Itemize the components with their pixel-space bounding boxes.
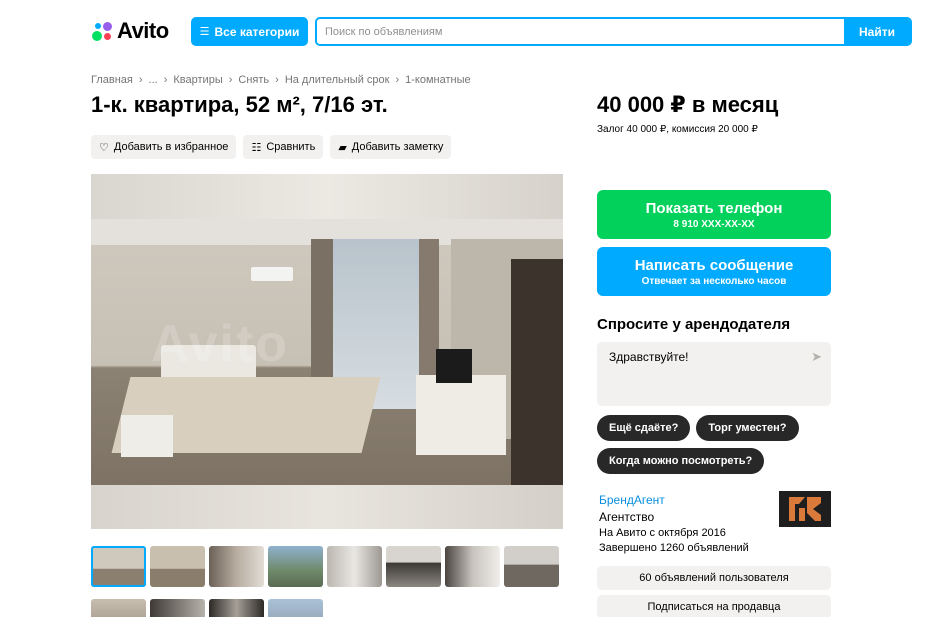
search-button[interactable]: Найти [844,19,910,44]
note-icon: ▰ [338,141,347,154]
response-time: Отвечает за несколько часов [641,275,787,287]
deposit-info: Залог 40 000 ₽, комиссия 20 000 ₽ [597,124,758,135]
logo-dots-icon [91,20,113,42]
breadcrumb-rent[interactable]: Снять [238,74,269,86]
quick-question-still-renting[interactable]: Ещё сдаёте? [597,415,691,441]
subscribe-seller-button[interactable]: Подписаться на продавца [597,595,831,617]
add-note-label: Добавить заметку [351,141,444,153]
categories-search-icon: ☰ [199,26,210,38]
add-favorite-button[interactable]: ♡ Добавить в избранное [91,135,237,159]
search-bar: Найти [315,17,912,46]
logo-text: Avito [117,18,169,43]
masked-phone: 8 910 XXX-XX-XX [673,218,755,230]
show-phone-button[interactable]: Показать телефон 8 910 XXX-XX-XX [597,190,831,239]
thumbnail[interactable] [386,546,441,587]
main-photo[interactable]: Avito [91,174,563,529]
message-box: ➤ [597,342,831,406]
thumbnail[interactable] [209,599,264,617]
breadcrumb-apartments[interactable]: Квартиры [173,74,222,86]
breadcrumb-separator-icon: › [163,74,168,86]
user-listings-button[interactable]: 60 объявлений пользователя [597,566,831,590]
seller-type: Агентство [599,510,655,524]
search-input[interactable] [317,19,844,44]
seller-since: На Авито с октября 2016 [599,527,726,539]
breadcrumb: Главная › ... › Квартиры › Снять › На дл… [91,74,471,86]
thumbnail[interactable] [268,599,323,617]
ask-landlord-heading: Спросите у арендодателя [597,316,791,333]
thumbnail[interactable] [91,546,146,587]
breadcrumb-one-room[interactable]: 1-комнатные [405,74,470,86]
send-icon[interactable]: ➤ [811,349,822,365]
write-message-label: Написать сообщение [634,256,794,274]
avito-logo[interactable]: Avito [91,18,169,44]
breadcrumb-separator-icon: › [275,74,279,86]
message-input[interactable] [597,342,831,406]
seller-completed: Завершено 1260 объявлений [599,542,749,554]
compare-label: Сравнить [266,141,316,153]
write-message-button[interactable]: Написать сообщение Отвечает за несколько… [597,247,831,296]
thumbnail[interactable] [268,546,323,587]
quick-questions: Ещё сдаёте? Торг уместен? Когда можно по… [597,415,831,474]
breadcrumb-separator-icon: › [228,74,233,86]
all-categories-label: Все категории [214,24,300,39]
quick-question-viewing[interactable]: Когда можно посмотреть? [597,448,765,474]
photo-blurred-top [91,174,563,219]
photo-blurred-bottom [91,485,563,529]
listing-actions: ♡ Добавить в избранное ☷ Сравнить ▰ Доба… [91,135,452,159]
thumbnail[interactable] [209,546,264,587]
breadcrumb-separator-icon: › [395,74,400,86]
seller-name-link[interactable]: БрендАгент [599,493,665,507]
photo-thumbnails [91,546,559,617]
breadcrumb-separator-icon: › [138,74,143,86]
all-categories-button[interactable]: ☰ Все категории [191,17,308,46]
thumbnail[interactable] [504,546,559,587]
compare-icon: ☷ [251,141,262,154]
heart-icon: ♡ [99,141,109,154]
thumbnail[interactable] [91,599,146,617]
add-note-button[interactable]: ▰ Добавить заметку [330,135,452,159]
price: 40 000 ₽ в месяц [597,92,779,117]
breadcrumb-home[interactable]: Главная [91,74,133,86]
compare-button[interactable]: ☷ Сравнить [243,135,324,159]
show-phone-label: Показать телефон [645,199,783,217]
thumbnail[interactable] [445,546,500,587]
quick-question-bargain[interactable]: Торг уместен? [696,415,799,441]
thumbnail[interactable] [150,546,205,587]
brand-agent-logo-icon [789,497,821,521]
add-favorite-label: Добавить в избранное [113,141,229,153]
photo-watermark: Avito [151,315,290,373]
thumbnail[interactable] [327,546,382,587]
breadcrumb-long-term[interactable]: На длительный срок [285,74,390,86]
breadcrumb-ellipsis[interactable]: ... [149,74,158,86]
seller-logo[interactable] [779,491,831,527]
thumbnail[interactable] [150,599,205,617]
page-title: 1-к. квартира, 52 м², 7/16 эт. [91,92,388,117]
